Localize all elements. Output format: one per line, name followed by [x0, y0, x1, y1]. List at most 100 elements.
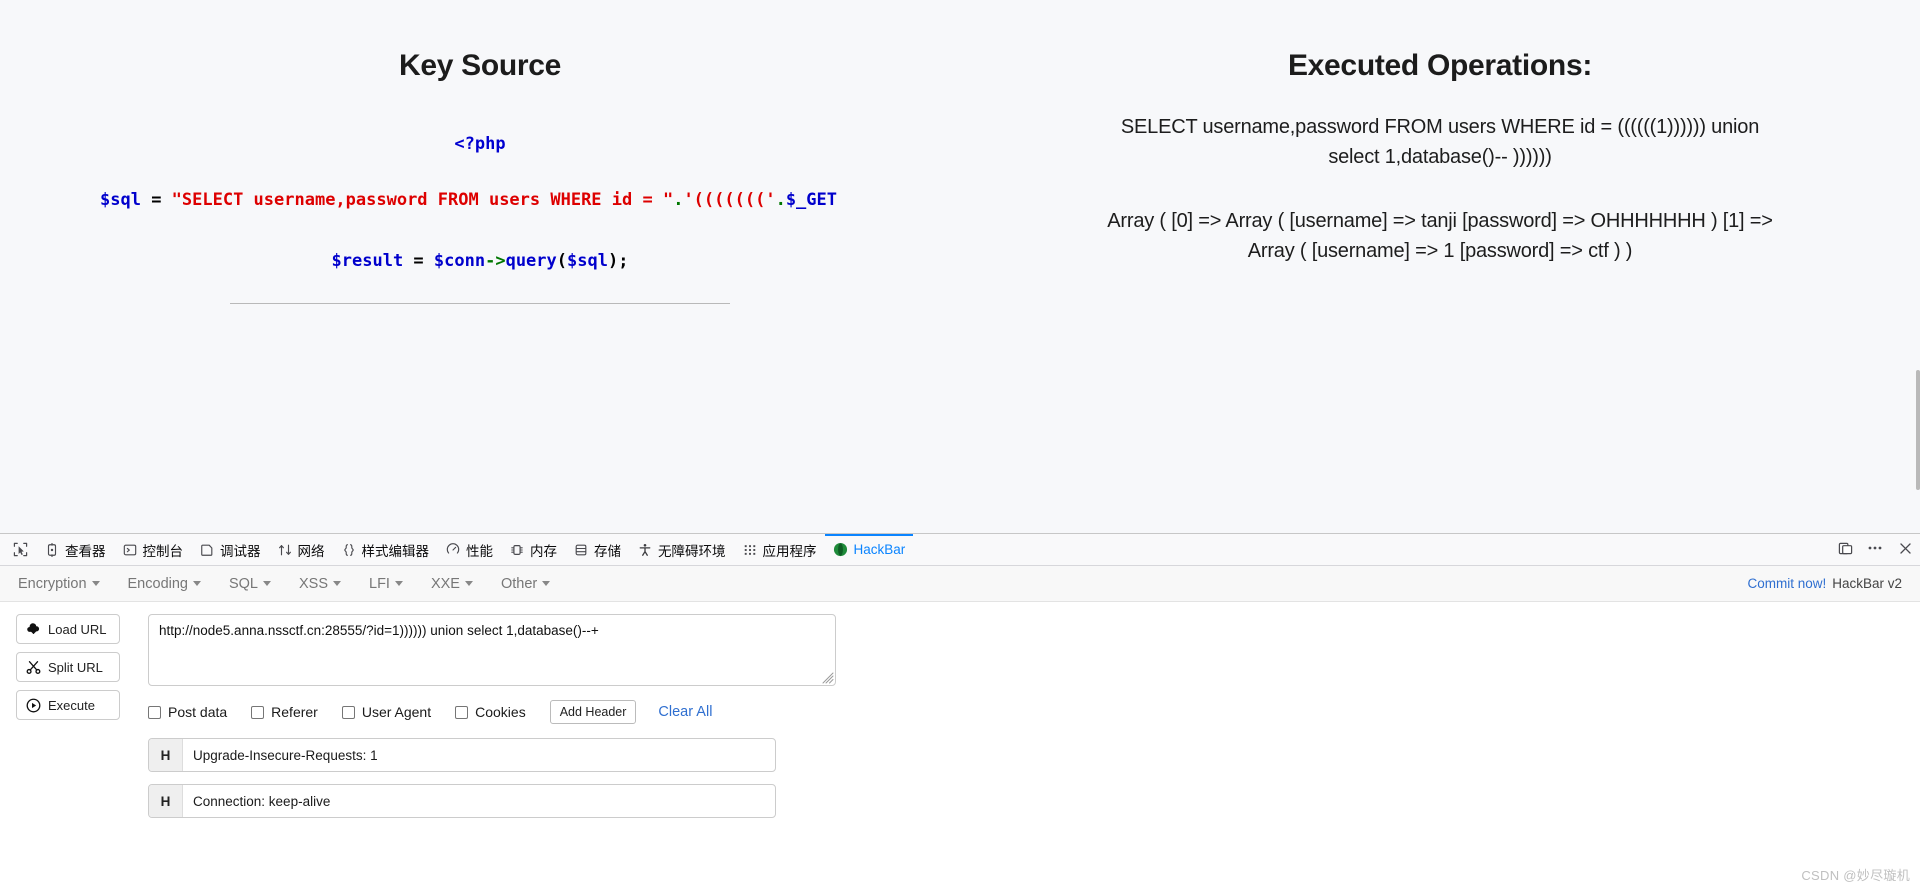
tab-debugger-label: 调试器	[220, 543, 261, 559]
tab-memory[interactable]: 内存	[501, 534, 565, 566]
dock-panel-button[interactable]	[1830, 534, 1860, 566]
menu-xxe[interactable]: XXE	[427, 572, 485, 596]
executed-operations-title: Executed Operations:	[1287, 49, 1593, 82]
query-paren-close: )	[607, 250, 619, 271]
header-type-tag: H	[149, 739, 183, 771]
header-type-tag: H	[149, 785, 183, 817]
hackbar-body: Load URL Split URL Execute http://node5.…	[0, 602, 1920, 830]
tab-style-editor-label: 样式编辑器	[361, 543, 430, 559]
tab-inspector[interactable]: 查看器	[36, 534, 114, 566]
post-data-label: Post data	[168, 704, 228, 720]
option-post-data[interactable]: Post data	[148, 704, 227, 720]
clear-all-link[interactable]: Clear All	[658, 704, 712, 720]
menu-encryption[interactable]: Encryption	[14, 572, 112, 596]
executed-query-text: SELECT username,password FROM users WHER…	[1120, 116, 1760, 168]
menu-xxe-label: XXE	[430, 575, 460, 592]
header-value-input[interactable]: Connection: keep-alive	[183, 785, 775, 817]
more-options-icon	[1867, 540, 1883, 559]
php-open-tag: <?php	[454, 134, 506, 154]
chevron-down-icon	[91, 581, 100, 586]
tab-debugger[interactable]: 调试器	[191, 534, 269, 566]
query-argument: $sql	[567, 250, 608, 271]
menu-sql[interactable]: SQL	[225, 572, 283, 596]
request-headers-list: H Upgrade-Insecure-Requests: 1 H Connect…	[148, 738, 1904, 818]
result-assign-op: =	[403, 250, 434, 271]
sql-concat-dot-2: .	[775, 190, 786, 211]
style-editor-icon	[341, 542, 357, 558]
tab-storage[interactable]: 存储	[565, 534, 629, 566]
chevron-down-icon	[263, 581, 271, 586]
split-url-button[interactable]: Split URL	[16, 652, 120, 682]
tab-application[interactable]: 应用程序	[734, 534, 825, 566]
watermark-text: CSDN @妙尽璇机	[1801, 868, 1910, 883]
chevron-down-icon	[192, 581, 201, 586]
post-data-checkbox[interactable]	[148, 705, 161, 719]
tab-console[interactable]: 控制台	[114, 534, 192, 566]
performance-icon	[445, 542, 461, 558]
close-devtools-button[interactable]	[1890, 534, 1920, 566]
accessibility-icon	[637, 542, 653, 558]
scissors-icon	[26, 660, 41, 675]
application-icon	[742, 542, 758, 558]
user-agent-checkbox[interactable]	[341, 705, 355, 719]
sql-assign-op: =	[140, 190, 172, 211]
menu-xss[interactable]: XSS	[295, 572, 353, 596]
referer-checkbox[interactable]	[251, 705, 265, 719]
element-picker-icon	[12, 542, 28, 558]
chevron-down-icon	[333, 581, 342, 586]
url-input-wrapper	[148, 614, 836, 686]
sql-string-literal: "SELECT username,password FROM users WHE…	[171, 190, 674, 211]
url-input[interactable]	[148, 614, 836, 686]
tab-performance[interactable]: 性能	[437, 534, 501, 566]
page-scrollbar[interactable]	[1916, 370, 1920, 490]
tab-network-label: 网络	[297, 543, 325, 559]
tab-hackbar[interactable]: HackBar	[825, 534, 914, 566]
request-options-row: Post data Referer User Agent Cookies Add…	[148, 700, 1904, 724]
php-source-code: <?php $sql = "SELECT username,password F…	[0, 128, 960, 277]
executed-operations-column: Executed Operations: SELECT username,pas…	[960, 0, 1920, 304]
query-result-array-text: Array ( [0] => Array ( [username] => tan…	[1107, 210, 1773, 262]
code-line-php-open: <?php	[0, 128, 960, 160]
load-url-button[interactable]: Load URL	[16, 614, 120, 644]
commit-now-link[interactable]: Commit now!	[1747, 576, 1826, 591]
query-paren-open: (	[556, 250, 568, 271]
user-agent-label: User Agent	[361, 704, 432, 720]
tab-accessibility[interactable]: 无障碍环境	[629, 534, 734, 566]
option-referer[interactable]: Referer	[251, 704, 318, 720]
memory-icon	[509, 542, 525, 558]
more-options-button[interactable]	[1860, 534, 1890, 566]
menu-lfi[interactable]: LFI	[365, 572, 415, 596]
menu-encoding[interactable]: Encoding	[124, 572, 213, 596]
header-row[interactable]: H Connection: keep-alive	[148, 784, 776, 818]
tab-inspector-label: 查看器	[65, 543, 106, 559]
menu-lfi-label: LFI	[369, 575, 390, 592]
add-header-button[interactable]: Add Header	[549, 700, 637, 724]
execute-button[interactable]: Execute	[16, 690, 120, 720]
tab-storage-label: 存储	[594, 543, 621, 559]
page-columns: Key Source <?php $sql = "SELECT username…	[0, 0, 1920, 304]
menu-other[interactable]: Other	[497, 572, 562, 596]
close-icon	[1898, 541, 1913, 559]
key-source-title: Key Source	[398, 49, 562, 82]
code-line-result: $result = $conn->query($sql);	[0, 245, 960, 277]
tab-network[interactable]: 网络	[269, 534, 333, 566]
split-url-label: Split URL	[48, 659, 103, 675]
header-row[interactable]: H Upgrade-Insecure-Requests: 1	[148, 738, 776, 772]
hackbar-action-buttons: Load URL Split URL Execute	[16, 614, 120, 830]
menu-other-label: Other	[500, 575, 538, 592]
cloud-download-icon	[26, 622, 41, 637]
referer-label: Referer	[271, 704, 318, 720]
option-cookies[interactable]: Cookies	[455, 704, 526, 720]
cookies-checkbox[interactable]	[455, 705, 469, 719]
header-value-input[interactable]: Upgrade-Insecure-Requests: 1	[183, 739, 775, 771]
element-picker-button[interactable]	[4, 534, 36, 566]
console-icon	[122, 542, 138, 558]
add-header-label: Add Header	[559, 705, 627, 719]
tab-style-editor[interactable]: 样式编辑器	[333, 534, 438, 566]
object-arrow-op: ->	[485, 250, 506, 271]
tab-hackbar-label: HackBar	[853, 542, 906, 557]
menu-encoding-label: Encoding	[127, 575, 188, 592]
tab-performance-label: 性能	[466, 543, 493, 559]
option-user-agent[interactable]: User Agent	[341, 704, 432, 720]
hackbar-menubar: Encryption Encoding SQL XSS LFI XXE Othe…	[0, 566, 1920, 602]
